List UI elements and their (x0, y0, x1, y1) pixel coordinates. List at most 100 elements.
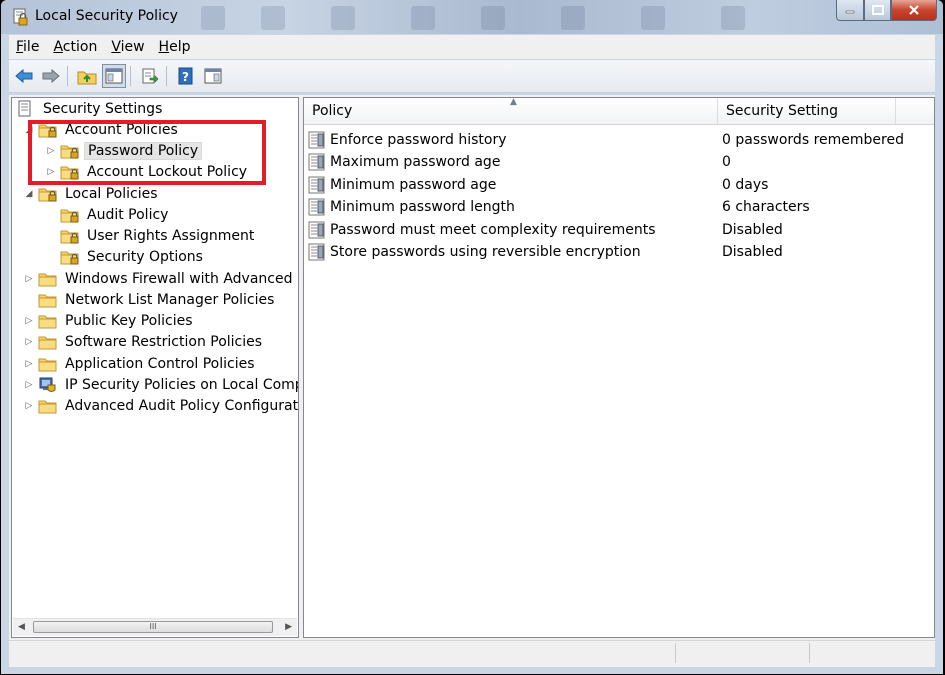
policy-row[interactable]: Maximum password age 0 (308, 151, 928, 173)
tree-item-label: User Rights Assignment (87, 228, 255, 244)
show-action-pane-button[interactable] (201, 64, 225, 88)
close-button[interactable] (891, 0, 937, 21)
expand-arrow-icon[interactable]: ▷ (24, 316, 34, 326)
expand-arrow-icon[interactable]: ▷ (46, 146, 56, 156)
policy-setting-value: 0 days (722, 176, 769, 193)
expand-arrow-icon[interactable]: ▷ (24, 274, 34, 284)
minimize-icon (845, 10, 855, 14)
tree-item-local-policies[interactable]: ◢ Local Policies (24, 184, 161, 204)
show-hide-console-tree-button[interactable] (102, 64, 126, 88)
expand-arrow-icon[interactable]: ▷ (24, 359, 34, 369)
scroll-thumb[interactable]: III (33, 621, 273, 633)
policy-row[interactable]: Password must meet complexity requiremen… (308, 219, 928, 241)
lock-folder-icon (60, 145, 79, 159)
security-policy-app-icon (13, 8, 28, 26)
policy-row[interactable]: Minimum password age 0 days (308, 174, 928, 196)
menu-bar: File Action View Help (9, 35, 935, 59)
menu-view[interactable]: View (104, 39, 151, 55)
minimize-button[interactable] (836, 0, 864, 21)
tree-item-label: Audit Policy (87, 207, 169, 223)
menu-action[interactable]: Action (46, 39, 104, 55)
back-button[interactable] (12, 64, 36, 88)
policy-setting-icon (308, 221, 325, 239)
help-button[interactable]: ? (174, 64, 198, 88)
tree-item-public-key-policies[interactable]: ▷ Public Key Policies (24, 311, 196, 331)
tree-item-label: Advanced Audit Policy Configuration (65, 398, 299, 414)
expand-arrow-icon[interactable]: ▷ (24, 401, 34, 411)
forward-icon (42, 68, 60, 84)
folder-icon (38, 273, 57, 287)
security-settings-icon (18, 100, 31, 117)
tree-item-label: Public Key Policies (65, 313, 193, 329)
up-folder-icon (77, 71, 97, 85)
tree-item-audit-policy[interactable]: Audit Policy (46, 205, 171, 225)
forward-button[interactable] (39, 64, 63, 88)
details-pane: ▲ Policy Security Setting Enforce passwo… (303, 97, 935, 638)
column-security-setting[interactable]: Security Setting (718, 98, 896, 124)
policy-setting-icon (308, 176, 325, 194)
content-area: Security Settings ◢ Account Policies ▷ Pass… (9, 95, 935, 640)
expand-arrow-icon[interactable]: ▷ (24, 380, 34, 390)
policy-name: Minimum password age (330, 176, 497, 193)
up-one-level-button[interactable] (75, 64, 99, 88)
policy-row[interactable]: Minimum password length 6 characters (308, 196, 928, 218)
close-icon (909, 5, 919, 15)
tree-item-label: Software Restriction Policies (65, 334, 263, 350)
ip-security-icon (39, 377, 56, 392)
lock-folder-icon (60, 230, 79, 244)
title-bar[interactable]: Local Security Policy (1, 0, 943, 34)
tree-horizontal-scrollbar[interactable]: ◀ III ▶ (13, 618, 297, 636)
tree-item-windows-firewall-with-advanced-secu[interactable]: ▷ Windows Firewall with Advanced Secu (24, 269, 298, 289)
collapse-arrow-icon[interactable]: ◢ (24, 125, 34, 135)
tree-root[interactable]: Security Settings (16, 99, 165, 119)
tree-item-label: Windows Firewall with Advanced Secu (65, 271, 298, 287)
policy-name: Enforce password history (330, 132, 507, 148)
tree-item-label: Security Options (87, 249, 203, 265)
column-policy[interactable]: Policy (304, 98, 718, 124)
tree-item-application-control-policies[interactable]: ▷ Application Control Policies (24, 354, 258, 374)
collapse-arrow-icon[interactable]: ◢ (24, 189, 34, 199)
tree-root-label: Security Settings (43, 101, 163, 117)
tree-item-label: Password Policy (84, 142, 203, 160)
tree-item-label: Application Control Policies (65, 356, 255, 372)
policy-name: Maximum password age (330, 154, 501, 171)
tree-item-security-options[interactable]: Security Options (46, 247, 206, 267)
tree-item-label: Account Lockout Policy (87, 164, 248, 180)
window-title: Local Security Policy (35, 8, 178, 24)
main-window: Local Security Policy File Action View H… (1, 0, 943, 674)
tree-item-password-policy[interactable]: ▷ Password Policy (46, 141, 203, 161)
scroll-right-icon[interactable]: ▶ (285, 622, 292, 632)
policy-name: Store passwords using reversible encrypt… (330, 244, 641, 260)
lock-folder-icon (38, 124, 57, 138)
show-hide-tree-icon (105, 68, 123, 84)
folder-icon (38, 294, 57, 308)
tree-item-account-lockout-policy[interactable]: ▷ Account Lockout Policy (46, 162, 250, 182)
folder-icon (38, 336, 57, 350)
expand-arrow-icon[interactable]: ▷ (24, 337, 34, 347)
tree-item-ip-security-policies-on-local-compute[interactable]: ▷ IP Security Policies on Local Compute (24, 375, 298, 395)
policy-row[interactable]: Store passwords using reversible encrypt… (308, 241, 928, 263)
folder-icon (38, 358, 57, 372)
tree-item-label: Network List Manager Policies (65, 292, 275, 308)
tree-item-user-rights-assignment[interactable]: User Rights Assignment (46, 226, 257, 246)
console-tree[interactable]: Security Settings ◢ Account Policies ▷ Pass… (11, 97, 299, 638)
expand-arrow-icon[interactable]: ▷ (46, 167, 56, 177)
scroll-left-icon[interactable]: ◀ (18, 622, 25, 632)
tree-item-software-restriction-policies[interactable]: ▷ Software Restriction Policies (24, 332, 265, 352)
tree-item-advanced-audit-policy-configuration[interactable]: ▷ Advanced Audit Policy Configuration (24, 396, 299, 416)
policy-setting-icon (308, 243, 325, 261)
svg-text:?: ? (182, 70, 189, 84)
maximize-button[interactable] (864, 0, 891, 21)
tree-item-label: Local Policies (65, 186, 158, 202)
menu-help[interactable]: Help (152, 39, 198, 55)
tree-item-network-list-manager-policies[interactable]: Network List Manager Policies (24, 290, 277, 310)
lock-folder-icon (60, 251, 79, 265)
policy-row[interactable]: Enforce password history 0 passwords reme… (308, 129, 928, 151)
action-pane-icon (204, 68, 222, 84)
folder-icon (38, 315, 57, 329)
policy-setting-icon (308, 131, 325, 149)
export-list-button[interactable] (138, 64, 162, 88)
list-header: ▲ Policy Security Setting (304, 98, 934, 125)
tree-item-account-policies[interactable]: ◢ Account Policies (24, 120, 181, 140)
menu-file[interactable]: File (9, 39, 46, 55)
